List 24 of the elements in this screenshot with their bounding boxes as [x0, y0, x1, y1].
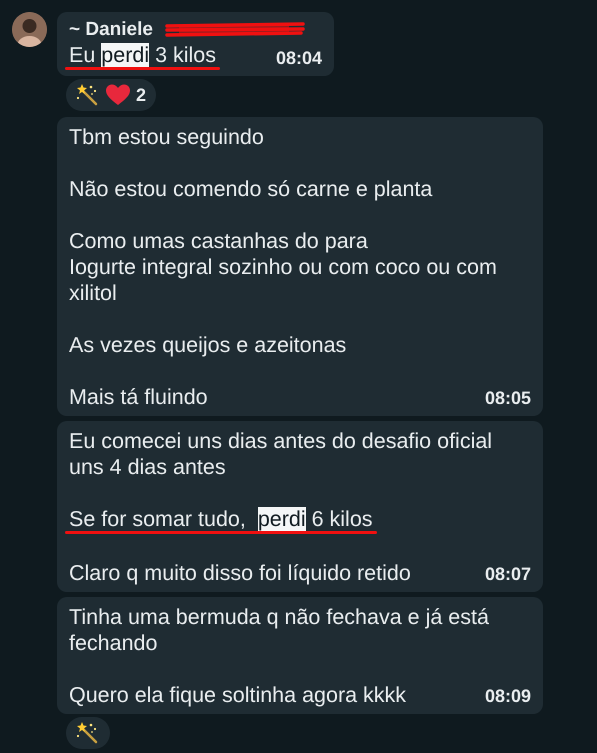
message-text: Não estou comendo só carne e planta [69, 176, 434, 202]
message-text: Iogurte integral sozinho ou com coco ou com xilitol [69, 254, 498, 306]
message-time: 08:04 [276, 47, 322, 70]
magic-wand-icon [76, 83, 100, 107]
magic-wand-icon [76, 721, 100, 745]
reaction-count: 2 [136, 84, 146, 106]
message-time: 08:07 [484, 563, 531, 586]
message-text: Eu perdi 3 kilos [69, 42, 216, 68]
reaction-pill[interactable] [66, 717, 110, 749]
sender-name[interactable]: ~ Daniele [69, 19, 153, 41]
heart-icon [106, 84, 130, 106]
avatar[interactable] [12, 12, 47, 47]
message-text: Quero ela fique soltinha agora kkkk [69, 682, 406, 708]
reaction-pill[interactable]: 2 [66, 79, 156, 111]
message-text: Claro q muito disso foi líquido retido [69, 560, 411, 586]
message-text: As vezes queijos e azeitonas [69, 332, 348, 358]
message-text: Eu comecei uns dias antes do desafio oficial uns 4 dias antes [69, 428, 494, 480]
message-time: 08:09 [484, 685, 531, 708]
message-text: Tinha uma bermuda q não fechava e já está fechando [69, 604, 490, 656]
message-text: Se for somar tudo, perdi 6 kilos [69, 506, 373, 532]
message-text: Mais tá fluindo [69, 384, 208, 410]
message-time: 08:05 [484, 387, 531, 410]
message-text: Como umas castanhas do para [69, 228, 369, 254]
message-text: Tbm estou seguindo [69, 124, 265, 150]
